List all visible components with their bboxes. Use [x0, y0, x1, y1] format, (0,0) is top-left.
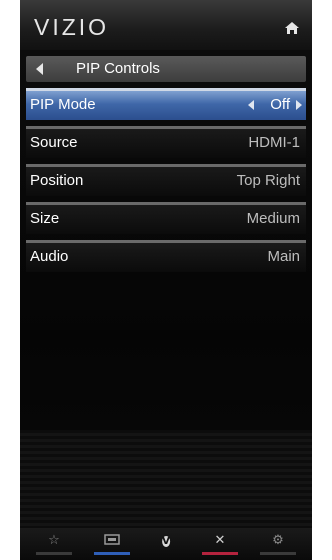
menu-item-size[interactable]: Size Medium: [26, 202, 306, 234]
menu-item-value: Top Right: [236, 172, 300, 189]
menu-item-audio[interactable]: Audio Main: [26, 240, 306, 272]
header-bar: VIZIO: [20, 0, 312, 50]
settings-button[interactable]: ⚙: [258, 528, 298, 560]
gear-icon: ⚙: [272, 533, 284, 548]
settings-menu: PIP Mode Off Source HDMI-1 Position Top …: [26, 88, 306, 278]
background-stripes: [20, 430, 312, 530]
close-icon: ✕: [214, 533, 226, 548]
input-icon: [104, 534, 120, 550]
menu-item-position[interactable]: Position Top Right: [26, 164, 306, 196]
button-accent: [202, 552, 238, 555]
input-button[interactable]: [92, 528, 132, 560]
exit-button[interactable]: ✕: [200, 528, 240, 560]
button-accent: [94, 552, 130, 555]
menu-item-source[interactable]: Source HDMI-1: [26, 126, 306, 158]
menu-item-label: Source: [30, 134, 78, 151]
left-arrow-icon[interactable]: [248, 100, 254, 110]
menu-item-label: Size: [30, 210, 60, 227]
menu-item-label: PIP Mode: [30, 96, 96, 113]
menu-item-label: Audio: [30, 248, 69, 265]
menu-title: PIP Controls: [76, 60, 160, 77]
back-arrow-icon[interactable]: [36, 63, 43, 75]
tv-menu-panel: VIZIO PIP Controls PIP Mode Off Source H…: [20, 0, 312, 560]
vizio-v-icon: V: [162, 536, 170, 547]
favorites-button[interactable]: ☆: [34, 528, 74, 560]
vizio-logo: VIZIO: [34, 14, 110, 40]
menu-item-value: HDMI-1: [248, 134, 300, 151]
menu-item-label: Position: [30, 172, 84, 189]
star-icon: ☆: [48, 533, 60, 548]
home-icon[interactable]: [284, 20, 300, 36]
menu-item-value: Off: [270, 96, 290, 113]
button-accent: [36, 552, 72, 555]
menu-item-value: Main: [267, 248, 300, 265]
menu-item-pip-mode[interactable]: PIP Mode Off: [26, 88, 306, 120]
right-arrow-icon[interactable]: [296, 100, 302, 110]
button-accent: [260, 552, 296, 555]
menu-item-value: Medium: [246, 210, 300, 227]
vizio-button[interactable]: V: [146, 528, 186, 560]
button-accent: [148, 552, 184, 555]
footer-bar: ☆ V ✕ ⚙: [20, 528, 312, 560]
breadcrumb[interactable]: PIP Controls: [26, 56, 306, 82]
